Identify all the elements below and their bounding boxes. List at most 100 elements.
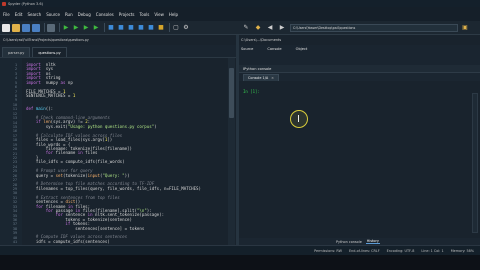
- run-cell-advance-icon[interactable]: ▶: [82, 24, 90, 32]
- menu-help[interactable]: Help: [169, 12, 178, 17]
- line-number: 36: [12, 218, 17, 223]
- line-number: 33: [12, 204, 17, 209]
- line-number: 4: [14, 76, 17, 81]
- code-token: query =: [26, 172, 56, 178]
- line-number: 3: [14, 71, 17, 76]
- status-bar: Permissions: RW End-of-lines: CRLF Encod…: [0, 245, 480, 255]
- text-cursor-icon: [298, 115, 299, 122]
- line-number: 17: [12, 133, 17, 138]
- back-icon[interactable]: ◀: [266, 24, 274, 32]
- menu-run[interactable]: Run: [65, 12, 73, 17]
- console-tab[interactable]: Console 1/A ×: [243, 74, 280, 81]
- step-return-icon[interactable]: ■: [137, 24, 145, 32]
- working-directory-field[interactable]: C:\Users\Yasser\Desktop\pa4\questions: [290, 24, 458, 32]
- console-prompt: In [1]:: [243, 89, 260, 94]
- stop-debug-icon[interactable]: ■: [157, 24, 165, 32]
- line-number: 24: [12, 164, 17, 169]
- menu-source[interactable]: Source: [46, 12, 60, 17]
- tab-source[interactable]: Source: [241, 47, 253, 51]
- line-number: 9: [14, 98, 17, 103]
- line-number: 2: [14, 67, 17, 72]
- tab-console[interactable]: Console: [267, 47, 281, 51]
- menu-file[interactable]: File: [3, 12, 10, 17]
- line-number: 8: [14, 94, 17, 98]
- line-number: 12: [12, 111, 17, 116]
- line-number: 31: [12, 195, 17, 200]
- line-number: 37: [12, 222, 17, 227]
- status-permissions: Permissions: RW: [314, 248, 342, 253]
- forward-icon[interactable]: ▶: [278, 24, 286, 32]
- tab-questions[interactable]: questions.py: [32, 47, 67, 57]
- line-number: 5: [14, 80, 17, 85]
- code-token: (tokenize(: [62, 172, 88, 178]
- code-area[interactable]: import nltk import sys import os import str…: [26, 62, 226, 245]
- menu-debug[interactable]: Debug: [78, 12, 91, 17]
- close-icon[interactable]: ×: [271, 76, 274, 80]
- line-number-gutter: 1 2 3 4 5 6 7 8 9 10 11 12 13 14 15 16 17 18 19 20 21 22 23 24 2…: [0, 58, 22, 245]
- ipython-console[interactable]: In [1]:: [239, 81, 480, 238]
- line-number: 16: [12, 129, 17, 134]
- code-editor[interactable]: 1 2 3 4 5 6 7 8 9 10 11 12 13 14 15 16 17 18 19 20 21 22 23 24 2…: [0, 58, 236, 245]
- line-number: 39: [12, 231, 17, 236]
- status-memory: Memory: 58%: [450, 248, 474, 253]
- toolbar-separator: [59, 23, 60, 32]
- run-icon[interactable]: ▶: [62, 24, 70, 32]
- tab-object[interactable]: Object: [296, 47, 308, 51]
- run-selection-icon[interactable]: ▶: [92, 24, 100, 32]
- settings-icon[interactable]: ⚙: [182, 24, 190, 32]
- line-number: 18: [12, 138, 17, 143]
- code-token: import: [26, 79, 41, 85]
- toolbar-separator: [44, 23, 45, 32]
- menu-bar: File Edit Search Source Run Debug Consol…: [0, 7, 480, 21]
- console-bottom-tabs: Python console History: [239, 238, 480, 245]
- menu-tools[interactable]: Tools: [140, 12, 150, 17]
- line-number: 10: [12, 102, 17, 107]
- toolbar-separator: [169, 23, 170, 32]
- tab-python-console[interactable]: Python console: [335, 240, 363, 244]
- console-scrollbar[interactable]: [472, 93, 478, 233]
- editor-tab-bar: parser.py questions.py: [0, 45, 236, 58]
- run-cell-icon[interactable]: ▶: [72, 24, 80, 32]
- code-token: idfs = compute_idfs(sentences): [26, 238, 110, 244]
- new-file-icon[interactable]: [2, 23, 10, 32]
- line-number: 6: [14, 85, 17, 90]
- menu-consoles[interactable]: Consoles: [96, 12, 114, 17]
- console-pane-header: IPython console: [239, 65, 480, 73]
- line-number: 41: [12, 240, 17, 245]
- save-icon[interactable]: [22, 23, 30, 32]
- step-into-icon[interactable]: ■: [127, 24, 135, 32]
- code-token: main: [35, 106, 46, 112]
- maximize-pane-icon[interactable]: ▢: [172, 24, 180, 32]
- code-token: filename: [53, 150, 78, 156]
- editor-scrollbar[interactable]: [228, 58, 235, 245]
- menu-view[interactable]: View: [154, 12, 164, 17]
- line-number: 7: [14, 89, 17, 94]
- main-toolbar: ▶ ▶ ▶ ▶ ■ ■ ■ ■ ■ ■ ▢ ⚙ ✎ ◆ ◀ ▶ C:\Users…: [0, 21, 480, 35]
- line-number: 1: [14, 63, 17, 67]
- folder-browse-icon[interactable]: ▣: [461, 24, 469, 32]
- menu-search[interactable]: Search: [27, 12, 41, 17]
- line-number: 29: [12, 187, 17, 192]
- line-number: 22: [12, 156, 17, 161]
- wrench-icon[interactable]: ✎: [242, 24, 250, 32]
- tab-parser[interactable]: parser.py: [2, 47, 31, 57]
- os-taskbar: [0, 255, 480, 270]
- menu-projects[interactable]: Projects: [119, 12, 135, 17]
- editor-scrollbar-thumb[interactable]: [229, 68, 234, 118]
- python-path-icon[interactable]: ◆: [254, 24, 262, 32]
- save-all-icon[interactable]: [32, 23, 40, 32]
- new-window-icon[interactable]: [47, 23, 55, 32]
- code-token: sentences[sentence] = tokens: [26, 225, 145, 231]
- debug-icon[interactable]: ■: [107, 24, 115, 32]
- step-icon[interactable]: ■: [117, 24, 125, 32]
- continue-icon[interactable]: ■: [147, 24, 155, 32]
- menu-edit[interactable]: Edit: [15, 12, 23, 17]
- code-token: sys.exit(: [26, 123, 68, 129]
- code-line[interactable]: filenames = top_files(query, file_words,…: [26, 185, 226, 191]
- spyder-logo-icon: [2, 1, 6, 6]
- code-token: set: [55, 172, 63, 178]
- code-token: filenames = top_files(query, file_words,…: [26, 185, 201, 191]
- line-number: 19: [12, 142, 17, 147]
- tab-history[interactable]: History: [365, 239, 380, 244]
- open-file-icon[interactable]: [12, 23, 20, 32]
